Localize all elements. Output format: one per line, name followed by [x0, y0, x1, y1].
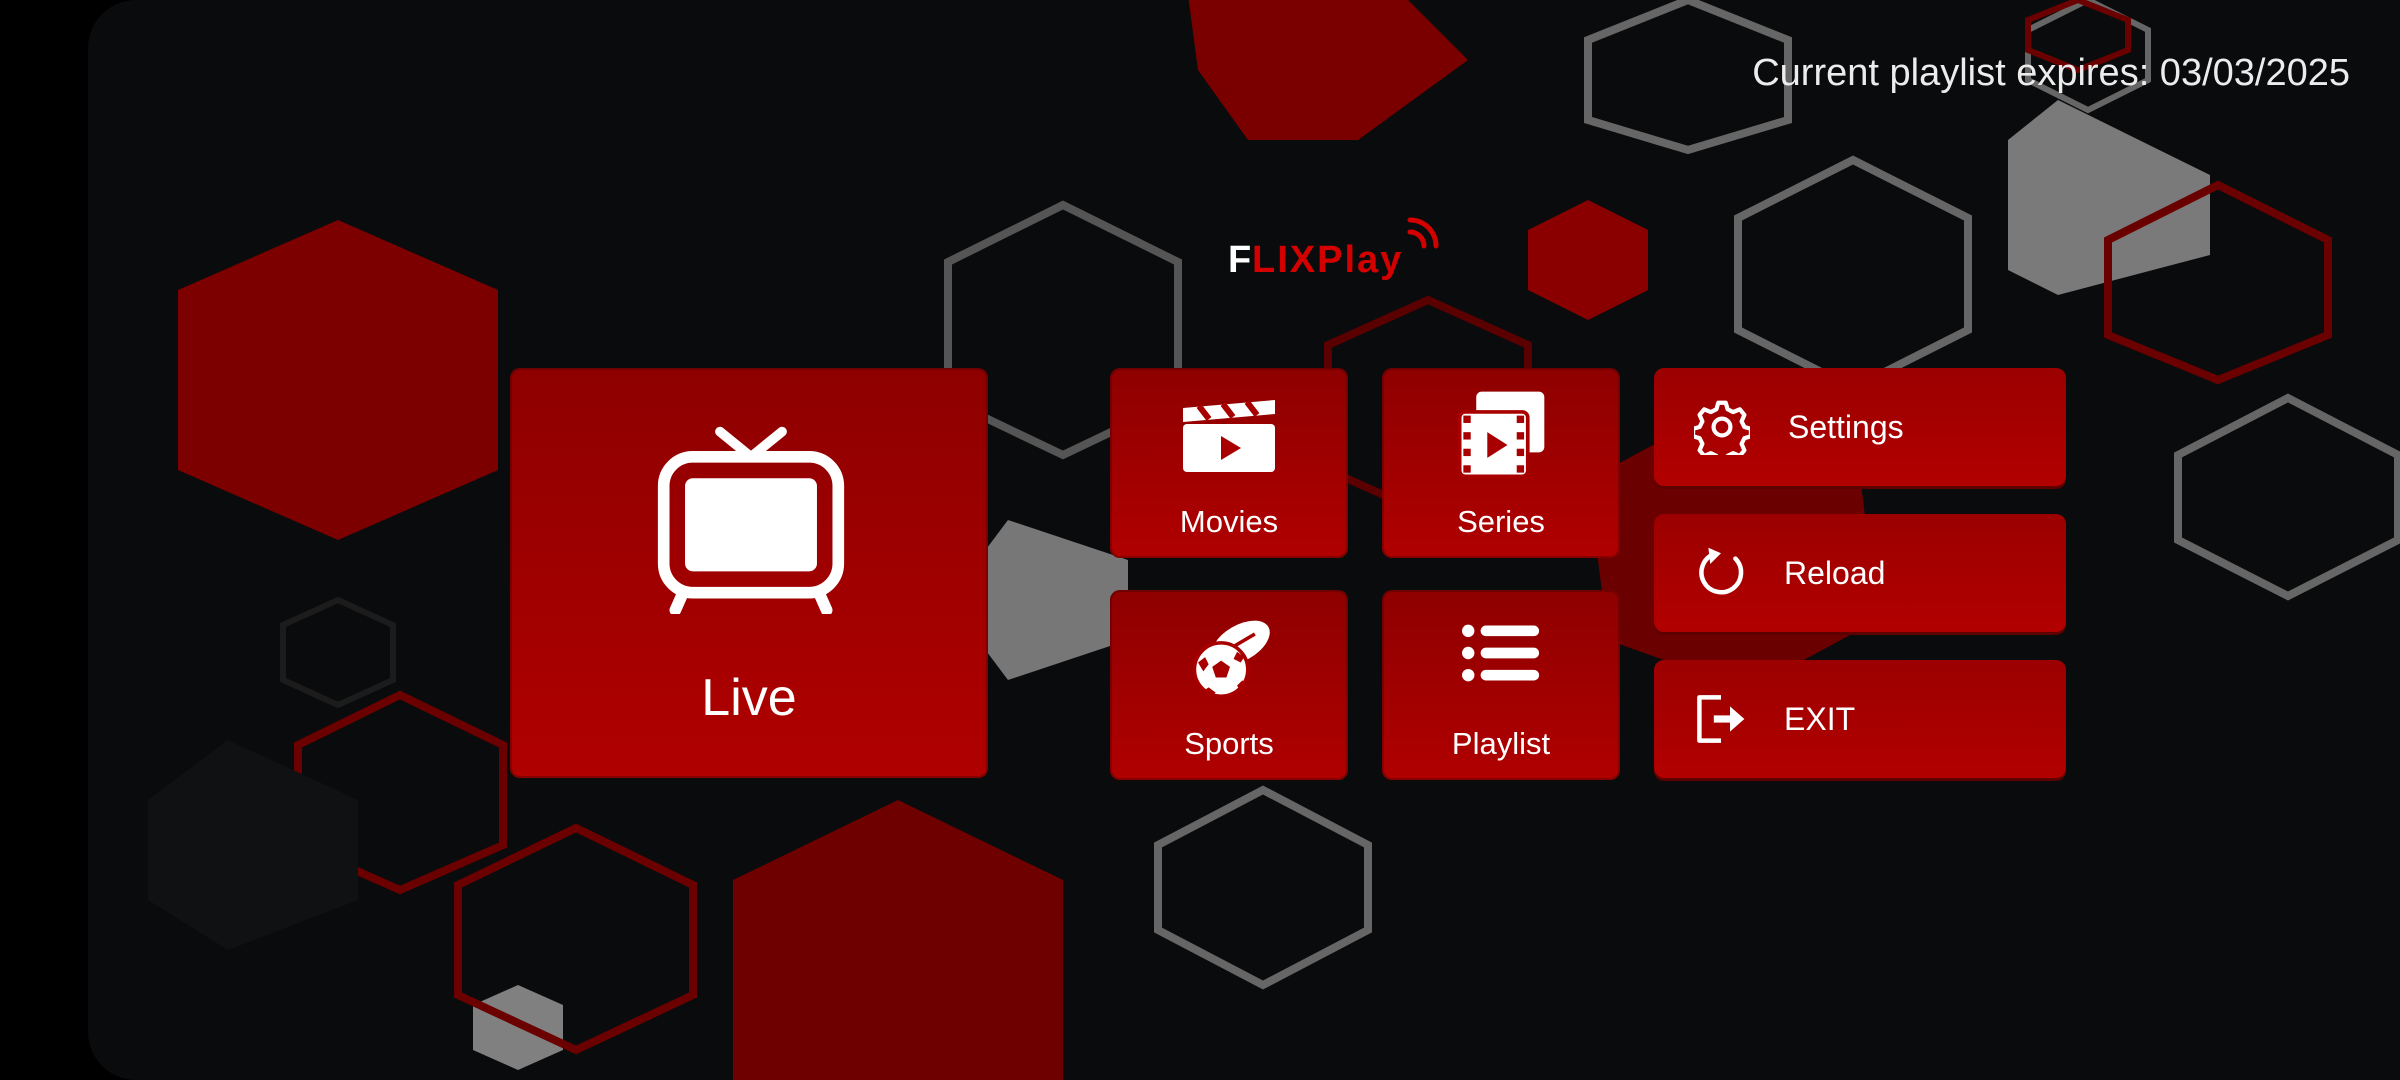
- movies-tile[interactable]: Movies: [1110, 368, 1348, 558]
- reload-label: Reload: [1784, 554, 1886, 591]
- home-screen: Current playlist expires: 03/03/2025 F L…: [88, 0, 2400, 1080]
- live-label: Live: [701, 669, 797, 727]
- playlist-label: Playlist: [1451, 726, 1551, 761]
- movies-label: Movies: [1179, 504, 1279, 539]
- sports-tile[interactable]: Sports: [1110, 590, 1348, 780]
- settings-label: Settings: [1788, 408, 1904, 445]
- live-tile[interactable]: Live: [510, 368, 988, 778]
- sports-label: Sports: [1184, 726, 1274, 761]
- film-stack-icon: [1457, 391, 1545, 479]
- logo-rest: LIXPlay: [1252, 239, 1403, 281]
- reload-icon: [1699, 547, 1744, 595]
- series-tile[interactable]: Series: [1382, 368, 1620, 558]
- logo-first-letter: F: [1228, 239, 1251, 281]
- clapperboard-icon: [1183, 400, 1275, 472]
- gear-icon: [1694, 400, 1750, 455]
- exit-button[interactable]: EXIT: [1654, 660, 2066, 778]
- series-label: Series: [1457, 504, 1545, 539]
- reload-button[interactable]: Reload: [1654, 514, 2066, 632]
- sports-balls-icon: [1192, 620, 1270, 698]
- flixplay-logo: F LIXPlay: [1228, 217, 1439, 281]
- exit-icon: [1697, 695, 1745, 743]
- list-icon: [1462, 624, 1540, 682]
- playlist-expiry-text: Current playlist expires: 03/03/2025: [1752, 52, 2350, 94]
- tv-icon: [657, 426, 845, 614]
- settings-button[interactable]: Settings: [1654, 368, 2066, 486]
- exit-label: EXIT: [1784, 700, 1856, 737]
- playlist-tile[interactable]: Playlist: [1382, 590, 1620, 780]
